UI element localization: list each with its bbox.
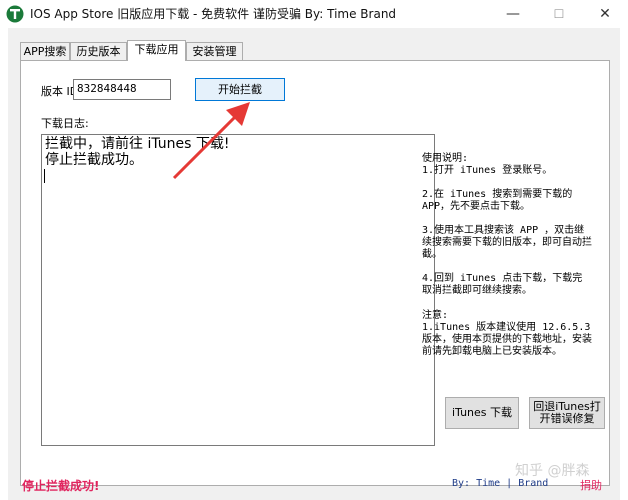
red-arrow-icon <box>172 102 250 180</box>
tab-download-app[interactable]: 下载应用 <box>127 40 186 61</box>
